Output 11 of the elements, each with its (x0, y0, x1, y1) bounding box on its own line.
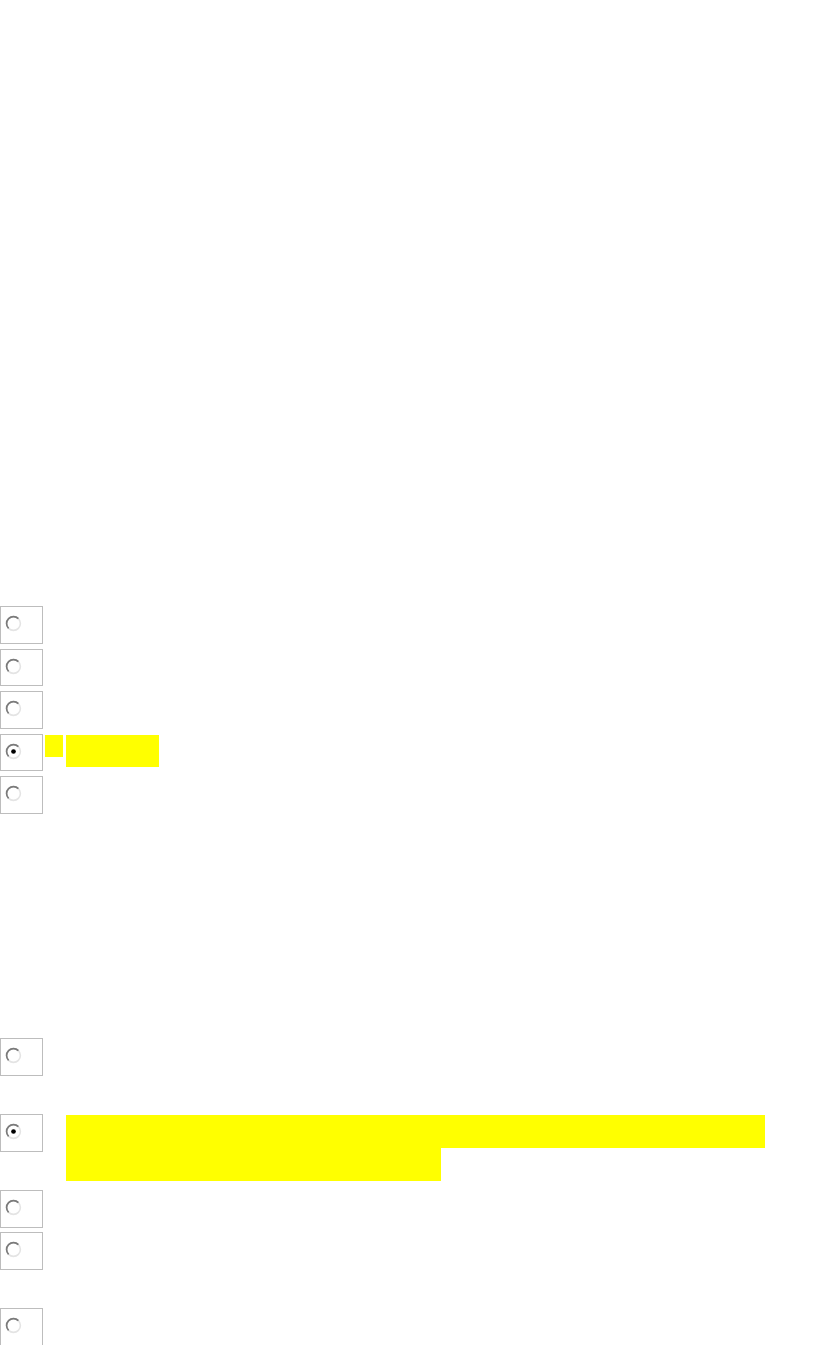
highlight-square (45, 734, 63, 757)
radio-button[interactable] (0, 691, 43, 729)
radio-button[interactable] (0, 1114, 43, 1152)
radio-button[interactable] (0, 1308, 43, 1345)
radio-button[interactable] (0, 606, 43, 644)
radio-button[interactable] (0, 733, 43, 771)
radio-button[interactable] (0, 1190, 43, 1228)
radio-button[interactable] (0, 776, 43, 814)
radio-button[interactable] (0, 1038, 43, 1076)
radio-button[interactable] (0, 1232, 43, 1270)
radio-button[interactable] (0, 648, 43, 686)
